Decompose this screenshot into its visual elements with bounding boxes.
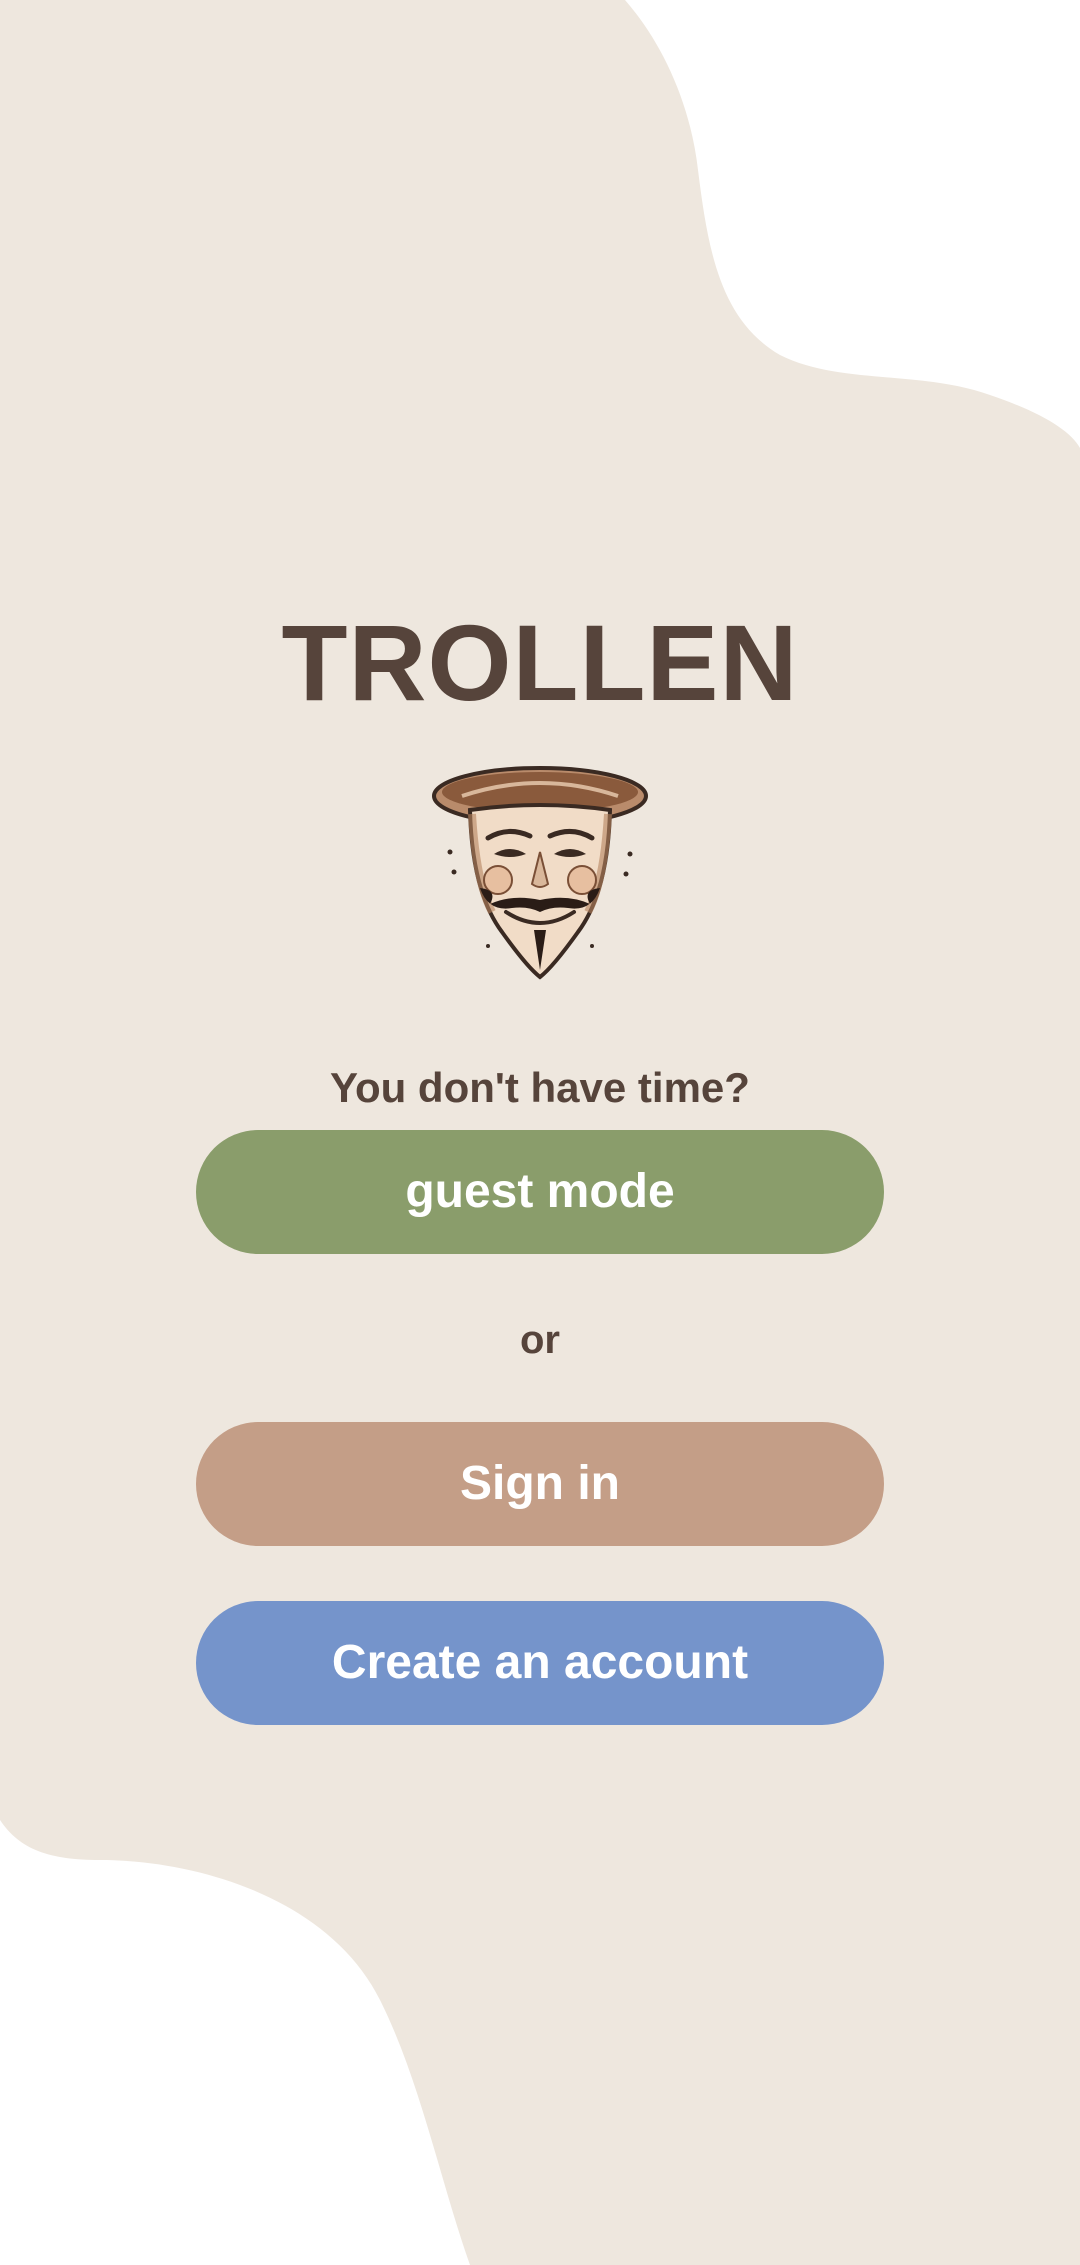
guy-fawkes-mask-icon xyxy=(432,766,648,980)
app-title: TROLLEN xyxy=(281,602,799,723)
guest-mode-button[interactable]: guest mode xyxy=(196,1130,884,1254)
welcome-screen: TROLLEN You don't have time? guest mode … xyxy=(0,0,1080,2265)
or-separator: or xyxy=(520,1318,560,1362)
prompt-text: You don't have time? xyxy=(330,1064,750,1111)
create-account-button[interactable]: Create an account xyxy=(196,1601,884,1725)
sign-in-button[interactable]: Sign in xyxy=(196,1422,884,1546)
